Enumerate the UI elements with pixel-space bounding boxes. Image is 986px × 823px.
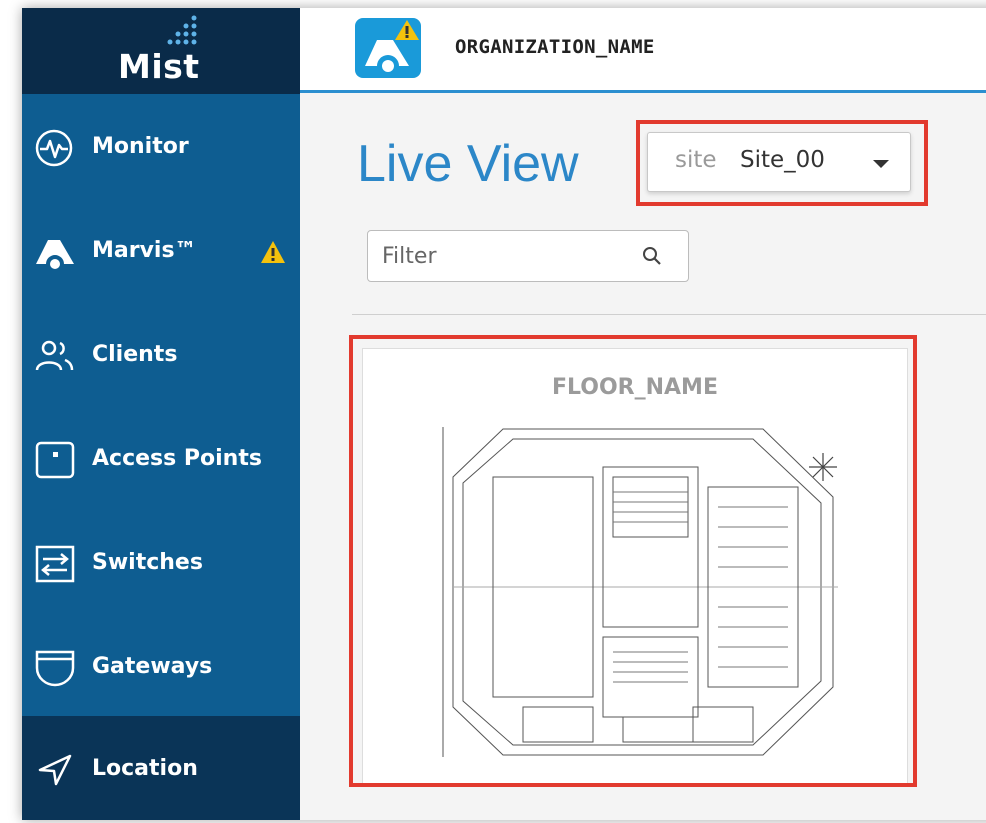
- sidebar-item-location[interactable]: Location: [22, 716, 300, 820]
- org-logo[interactable]: [355, 18, 421, 78]
- location-icon: [38, 754, 72, 786]
- sidebar-item-clients[interactable]: Clients: [22, 302, 300, 406]
- site-selected-value: Site_00: [740, 147, 825, 173]
- top-bar: ORGANIZATION_NAME: [300, 8, 986, 93]
- sidebar-item-gateways[interactable]: Gateways: [22, 614, 300, 718]
- sidebar-item-monitor[interactable]: Monitor: [22, 94, 300, 198]
- search-icon[interactable]: [640, 244, 664, 268]
- sidebar-item-label: Monitor: [92, 134, 189, 159]
- switch-icon: [35, 545, 75, 583]
- filter-input[interactable]: [380, 240, 624, 272]
- sidebar-item-label: Location: [92, 756, 198, 781]
- marvis-org-icon: [365, 20, 419, 72]
- sidebar-item-switches[interactable]: Switches: [22, 510, 300, 614]
- chevron-down-icon: [873, 160, 889, 168]
- mist-logo[interactable]: Mist: [22, 8, 300, 94]
- monitor-icon: [35, 129, 73, 167]
- sidebar-item-label: Gateways: [92, 654, 213, 679]
- sidebar: Mist Monitor Marvis™ Clients Access Poin…: [22, 8, 300, 820]
- site-prefix-label: site: [675, 147, 717, 173]
- divider: [352, 314, 986, 315]
- sidebar-item-access-points[interactable]: Access Points: [22, 406, 300, 510]
- floor-name: FLOOR_NAME: [552, 375, 718, 400]
- floor-plan-image[interactable]: [433, 417, 843, 767]
- floor-card[interactable]: FLOOR_NAME: [362, 348, 908, 786]
- access-point-icon: [35, 441, 75, 479]
- logo-text: Mist: [118, 47, 200, 86]
- sidebar-item-label: Marvis™: [92, 238, 197, 263]
- organization-name[interactable]: ORGANIZATION_NAME: [455, 36, 655, 58]
- gateway-icon: [35, 650, 75, 687]
- sidebar-item-label: Switches: [92, 550, 203, 575]
- marvis-icon: [36, 240, 74, 269]
- sidebar-item-label: Clients: [92, 342, 178, 367]
- site-dropdown[interactable]: site Site_00: [647, 132, 911, 192]
- filter-box[interactable]: [367, 230, 689, 282]
- clients-icon: [35, 340, 74, 371]
- warning-icon: [261, 241, 285, 263]
- sidebar-item-marvis[interactable]: Marvis™: [22, 198, 300, 302]
- app-window: Mist Monitor Marvis™ Clients Access Poin…: [22, 8, 986, 820]
- sidebar-item-label: Access Points: [92, 446, 262, 471]
- page-title: Live View: [357, 135, 579, 193]
